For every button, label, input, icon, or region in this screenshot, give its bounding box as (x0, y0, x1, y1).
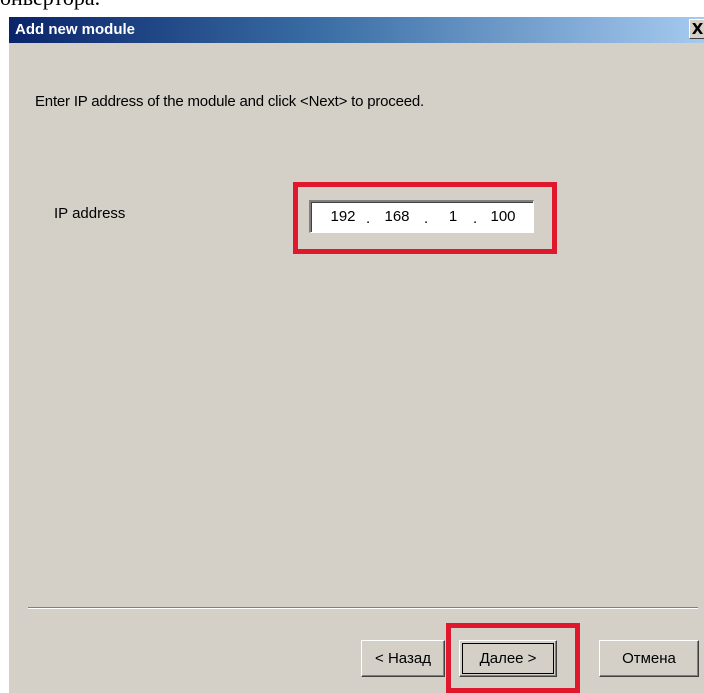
dialog-title: Add new module (15, 21, 135, 38)
title-bar[interactable]: Add new module X (9, 17, 704, 43)
close-icon: X (691, 20, 704, 38)
cancel-button[interactable]: Отмена (599, 640, 699, 677)
instruction-text: Enter IP address of the module and click… (35, 93, 424, 110)
close-button[interactable]: X (689, 19, 704, 39)
next-highlight-box (446, 623, 580, 693)
ip-address-label: IP address (54, 205, 126, 222)
add-new-module-dialog: Add new module X Enter IP address of the… (8, 17, 704, 693)
page: онвертора. Add new module X Enter IP add… (0, 0, 704, 693)
back-button[interactable]: < Назад (361, 640, 445, 677)
separator-line (28, 607, 698, 609)
page-text-fragment: онвертора. (0, 0, 100, 10)
ip-highlight-box (293, 182, 557, 254)
